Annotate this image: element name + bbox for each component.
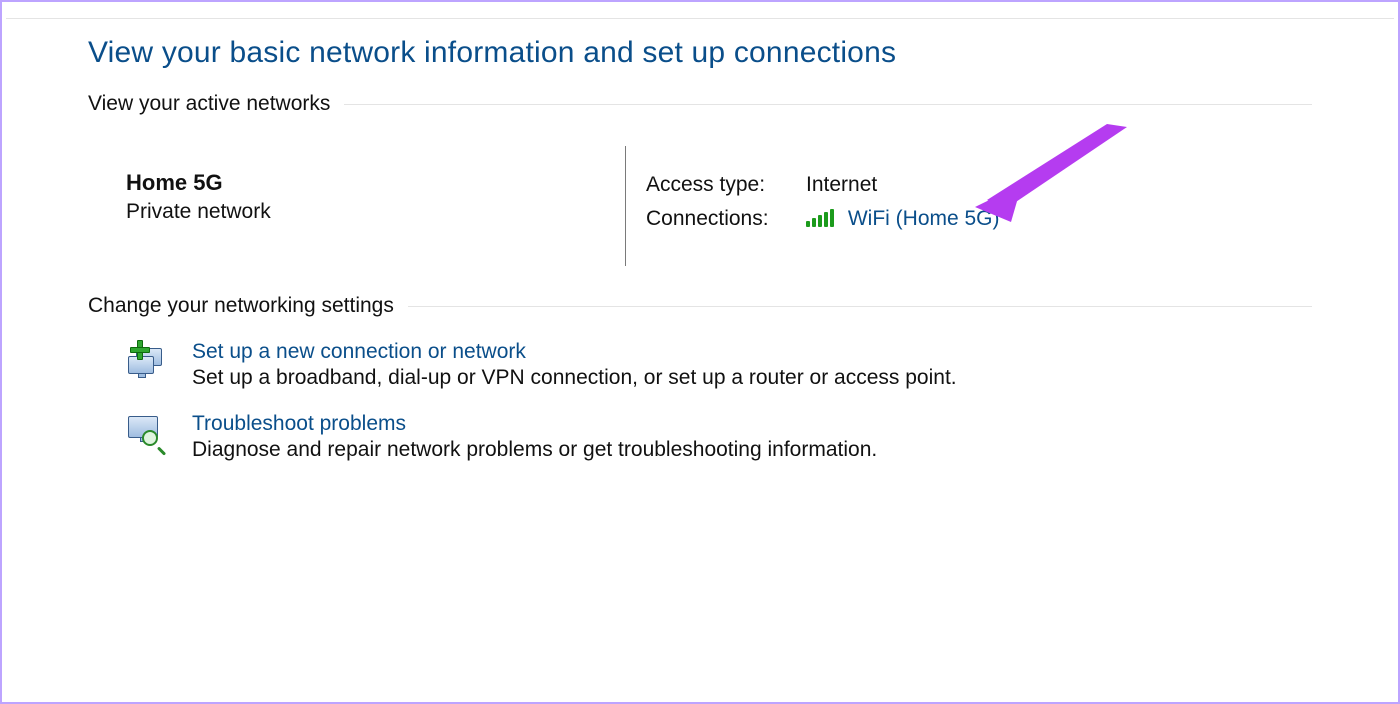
section-change-settings: Change your networking settings — [88, 294, 1312, 318]
access-type-value: Internet — [806, 173, 877, 197]
section-label-active: View your active networks — [88, 92, 330, 116]
network-summary: Home 5G Private network — [126, 170, 271, 224]
page-title: View your basic network information and … — [88, 36, 1312, 70]
vertical-divider — [625, 146, 626, 266]
network-name: Home 5G — [126, 170, 271, 196]
connections-label: Connections: — [646, 207, 806, 231]
section-label-change: Change your networking settings — [88, 294, 394, 318]
option-setup-desc: Set up a broadband, dial-up or VPN conne… — [192, 366, 957, 390]
section-active-networks: View your active networks — [88, 92, 1312, 116]
connection-link[interactable]: WiFi (Home 5G) — [848, 207, 1000, 230]
option-troubleshoot-desc: Diagnose and repair network problems or … — [192, 438, 877, 462]
wifi-signal-icon — [806, 209, 834, 227]
option-setup-connection[interactable]: Set up a new connection or network Set u… — [124, 340, 1312, 390]
divider — [344, 104, 1312, 105]
divider — [408, 306, 1312, 307]
option-troubleshoot-title[interactable]: Troubleshoot problems — [192, 412, 877, 436]
setup-connection-icon — [124, 340, 168, 380]
network-profile-type: Private network — [126, 200, 271, 224]
option-setup-title[interactable]: Set up a new connection or network — [192, 340, 957, 364]
option-troubleshoot[interactable]: Troubleshoot problems Diagnose and repai… — [124, 412, 1312, 462]
top-divider — [6, 18, 1394, 19]
troubleshoot-icon — [124, 412, 168, 452]
access-type-label: Access type: — [646, 173, 806, 197]
